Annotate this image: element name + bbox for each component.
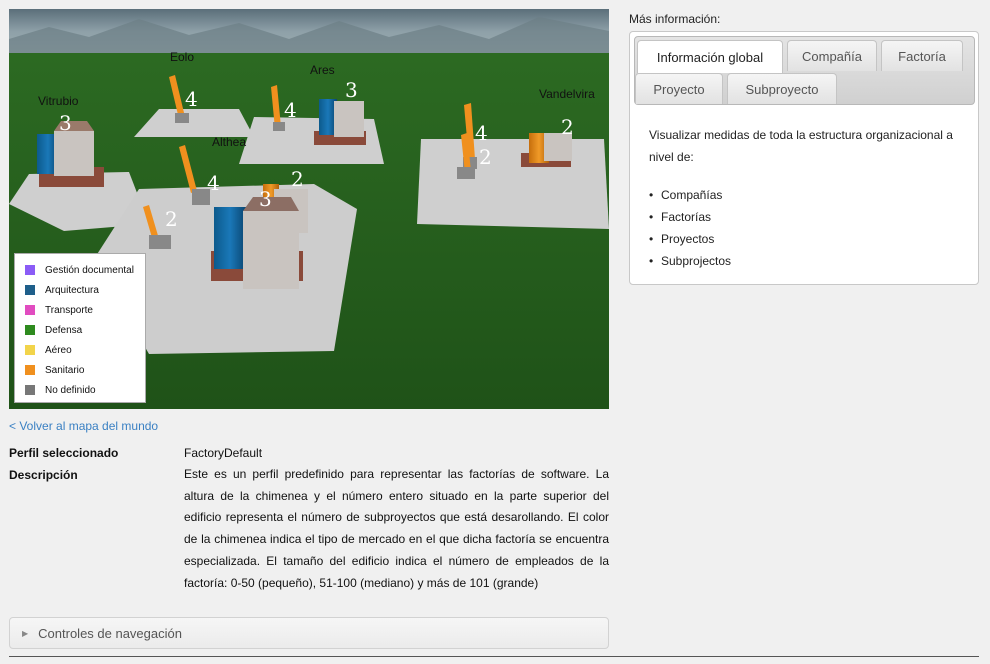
subproject-count: 3 xyxy=(345,78,358,102)
factory-label-eolo[interactable]: Eolo xyxy=(170,50,194,64)
list-item: Subprojectos xyxy=(649,250,964,272)
legend-item: Gestión documental xyxy=(25,260,145,280)
legend-item: Sanitario xyxy=(25,360,145,380)
description-text: Este es un perfil predefinido para repre… xyxy=(184,467,609,590)
legend-swatch xyxy=(25,345,35,355)
description-label: Descripción xyxy=(9,468,78,482)
more-info-title: Más información: xyxy=(629,12,721,26)
tab-compania[interactable]: Compañía xyxy=(787,40,877,71)
subproject-count: 4 xyxy=(284,98,297,122)
levels-list: Compañías Factorías Proyectos Subproject… xyxy=(649,184,964,272)
legend-item: Transporte xyxy=(25,300,145,320)
legend-swatch xyxy=(25,265,35,275)
legend-label: No definido xyxy=(45,384,96,396)
subproject-count: 2 xyxy=(561,115,574,139)
legend-swatch xyxy=(25,365,35,375)
subproject-count: 4 xyxy=(207,171,220,195)
legend-label: Defensa xyxy=(45,324,83,336)
list-item: Compañías xyxy=(649,184,964,206)
ares-building xyxy=(334,101,364,137)
profile-label: Perfil seleccionado xyxy=(9,446,119,460)
legend-label: Transporte xyxy=(45,304,93,316)
navigation-controls-label: Controles de navegación xyxy=(38,625,182,641)
expand-triangle-icon: ▶ xyxy=(22,628,29,638)
divider xyxy=(9,656,979,657)
subproject-count: 4 xyxy=(475,121,488,145)
tab-panel-global: Visualizar medidas de toda la estructura… xyxy=(649,124,964,272)
list-item: Factorías xyxy=(649,206,964,228)
legend-label: Sanitario xyxy=(45,364,85,376)
factory-label-vitrubio[interactable]: Vitrubio xyxy=(38,94,78,108)
legend-item: Defensa xyxy=(25,320,145,340)
althea-cylinder xyxy=(214,207,246,269)
legend-item: Arquitectura xyxy=(25,280,145,300)
subproject-count: 2 xyxy=(291,167,304,191)
subproject-count: 4 xyxy=(185,87,198,111)
legend-swatch xyxy=(25,325,35,335)
legend-swatch xyxy=(25,305,35,315)
factory-label-vandelvira[interactable]: Vandelvira xyxy=(539,87,595,101)
subproject-count: 2 xyxy=(479,145,492,169)
legend-swatch xyxy=(25,285,35,295)
legend-item: No definido xyxy=(25,380,145,400)
tab-informacion-global[interactable]: Información global xyxy=(637,40,783,73)
legend-label: Arquitectura xyxy=(45,284,99,296)
more-info-tabs: Información global Compañía Factoría Pro… xyxy=(629,31,979,285)
list-item: Proyectos xyxy=(649,228,964,250)
tab-factoria[interactable]: Factoría xyxy=(881,40,963,71)
back-to-world-map-link[interactable]: < Volver al mapa del mundo xyxy=(9,419,158,433)
tab-intro-text: Visualizar medidas de toda la estructura… xyxy=(649,128,953,164)
platform-vandelvira xyxy=(417,139,609,229)
factory-label-althea[interactable]: Althea xyxy=(212,135,246,149)
subproject-count: 3 xyxy=(259,187,272,211)
althea-chimney-2-base xyxy=(149,235,171,249)
factory-label-ares[interactable]: Ares xyxy=(310,63,335,77)
subproject-count: 3 xyxy=(59,111,72,135)
eolo-base xyxy=(175,113,189,123)
legend-swatch xyxy=(25,385,35,395)
market-legend: Gestión documental Arquitectura Transpor… xyxy=(14,253,146,403)
subproject-count: 2 xyxy=(165,207,178,231)
legend-label: Gestión documental xyxy=(45,264,134,276)
althea-building xyxy=(243,211,299,289)
legend-item: Aéreo xyxy=(25,340,145,360)
vitrubio-building xyxy=(54,131,94,176)
ares-small-base xyxy=(273,122,285,131)
tab-proyecto[interactable]: Proyecto xyxy=(635,73,723,104)
profile-value: FactoryDefault xyxy=(184,446,263,460)
tab-bar: Información global Compañía Factoría Pro… xyxy=(634,36,975,105)
navigation-controls-panel[interactable]: ▶ Controles de navegación xyxy=(9,617,609,649)
tab-subproyecto[interactable]: Subproyecto xyxy=(727,73,837,104)
legend-label: Aéreo xyxy=(45,344,72,356)
vandelvira-chimney-2-base xyxy=(457,167,475,179)
